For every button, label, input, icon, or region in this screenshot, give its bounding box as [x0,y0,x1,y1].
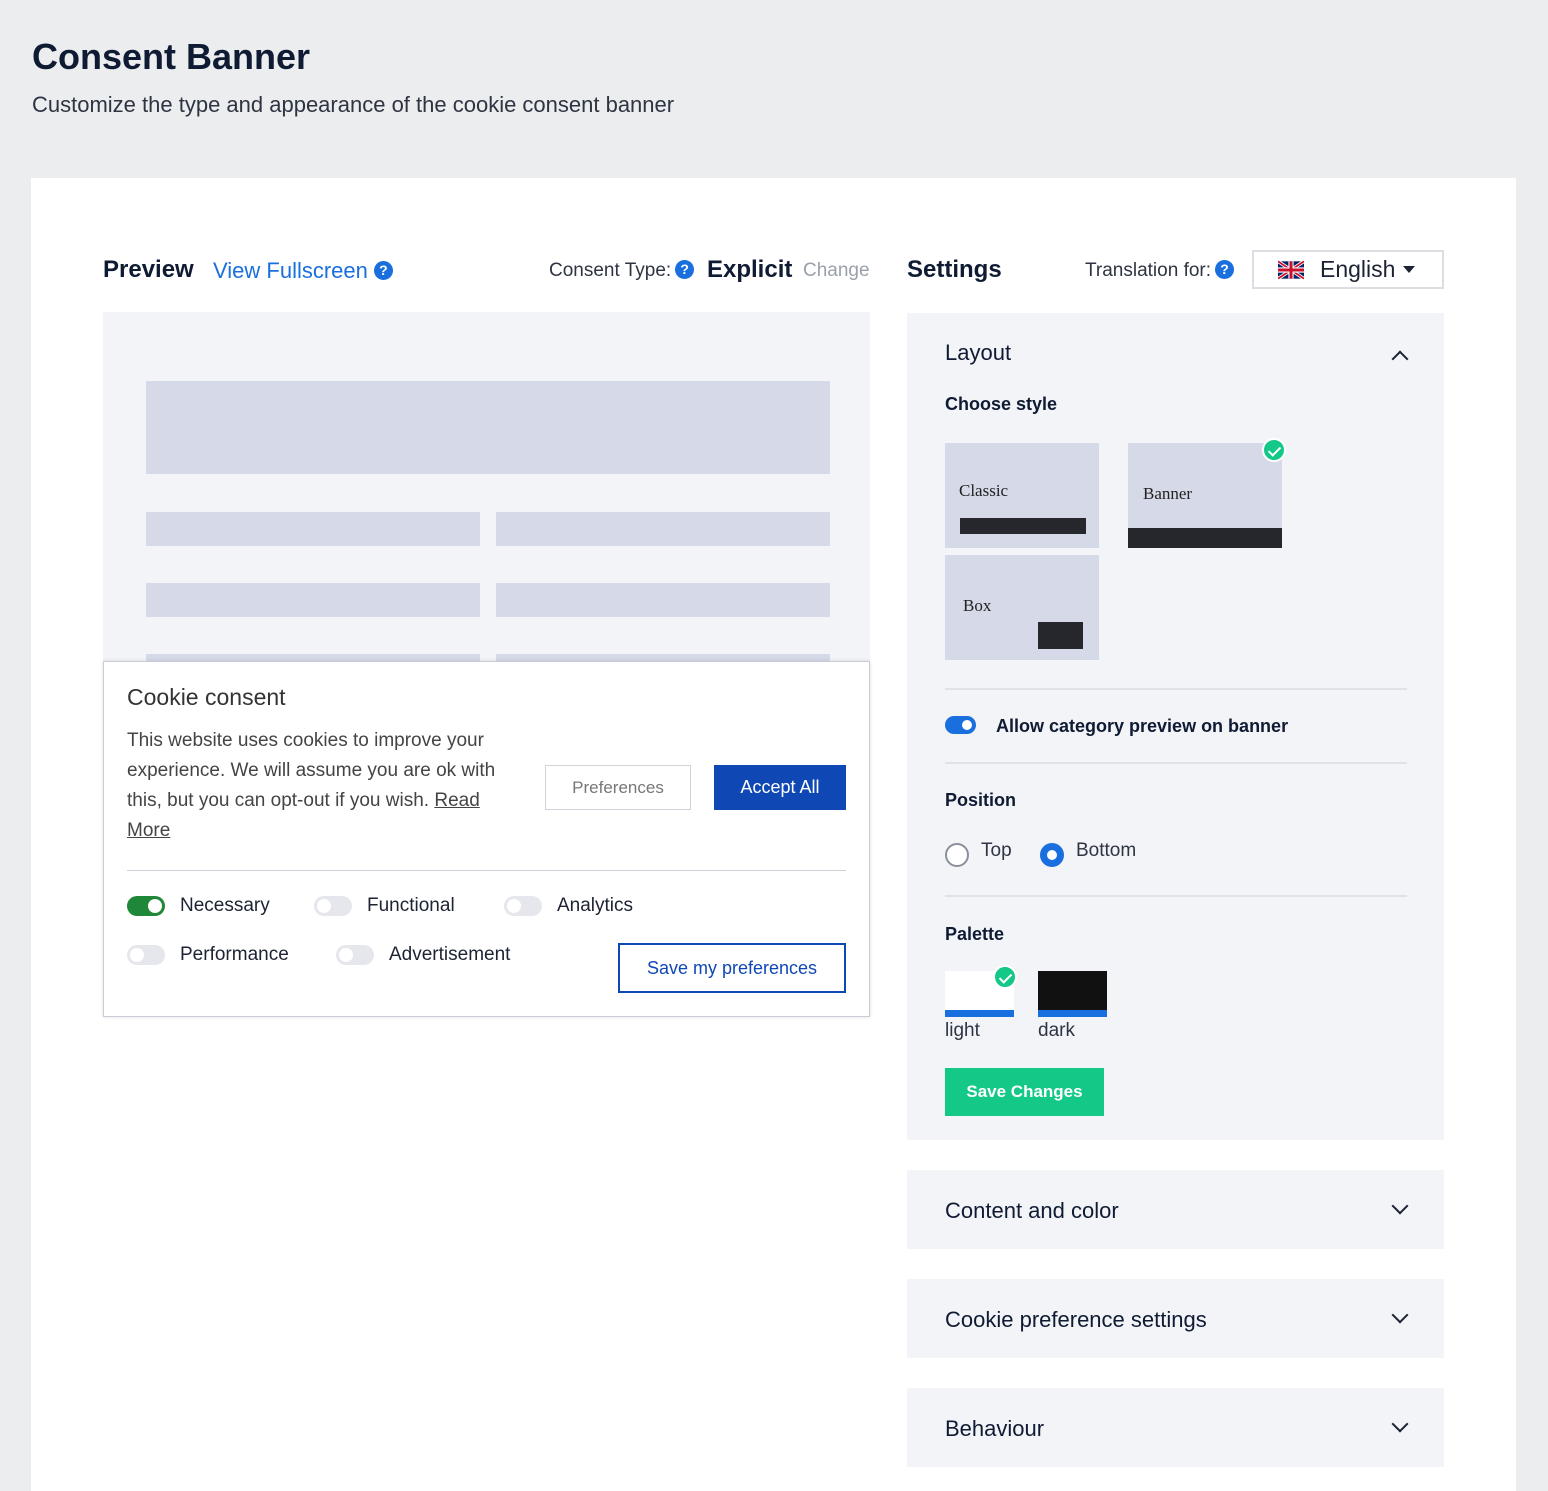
banner-divider [127,870,846,871]
preferences-button[interactable]: Preferences [545,765,691,810]
selected-check-icon [1262,438,1286,462]
style-label: Classic [959,481,1009,500]
performance-toggle[interactable] [127,945,165,965]
style-option-box[interactable]: Box [945,555,1099,660]
consent-type-value: Explicit [707,256,793,283]
category-performance[interactable]: Performance [127,944,289,966]
save-my-preferences-button[interactable]: Save my preferences [618,943,846,993]
position-bottom-label[interactable]: Bottom [1076,840,1136,862]
translation-label: Translation for:? [1085,259,1235,282]
style-preview-bar [960,518,1086,534]
category-analytics[interactable]: Analytics [504,895,633,917]
page-title: Consent Banner [32,36,311,77]
save-changes-button[interactable]: Save Changes [945,1068,1104,1116]
translation-label-text: Translation for: [1085,260,1212,281]
banner-text: This website uses cookies to improve you… [127,726,522,846]
skeleton-block [496,512,830,546]
language-select[interactable]: English [1252,250,1444,289]
cookie-banner-preview: Cookie consent This website uses cookies… [103,661,870,1017]
language-value: English [1320,256,1396,282]
palette-dark-label: dark [1038,1020,1075,1041]
style-preview-bar [1038,622,1083,649]
translation-help-icon[interactable]: ? [1215,259,1235,279]
divider [945,762,1407,764]
allow-category-preview-label: Allow category preview on banner [996,716,1289,736]
palette-dark-swatch[interactable] [1038,971,1107,1017]
view-fullscreen-label: View Fullscreen [213,258,368,283]
style-label: Banner [1143,484,1193,503]
layout-panel: Layout Choose style Classic Banner Box A… [907,313,1444,1140]
content-and-color-panel[interactable]: Content and color [907,1170,1444,1249]
functional-toggle[interactable] [314,896,352,916]
view-fullscreen-link[interactable]: View Fullscreen? [213,258,393,284]
preview-title: Preview [103,256,194,283]
choose-style-label: Choose style [945,394,1058,414]
necessary-toggle[interactable] [127,896,165,916]
panel-title[interactable]: Content and color [945,1198,1119,1224]
category-functional[interactable]: Functional [314,895,455,917]
advertisement-toggle[interactable] [336,945,374,965]
position-top-label[interactable]: Top [981,840,1012,862]
style-label: Box [963,596,992,615]
style-option-classic[interactable]: Classic [945,443,1099,548]
skeleton-block [146,583,480,617]
banner-title: Cookie consent [127,684,286,710]
skeleton-block [496,583,830,617]
consent-type-label-text: Consent Type: [549,260,672,281]
palette-light-label: light [945,1020,980,1041]
consent-type-help-icon[interactable]: ? [675,259,695,279]
category-label: Necessary [180,895,270,916]
chevron-up-icon[interactable] [1391,350,1409,368]
category-advertisement[interactable]: Advertisement [336,944,510,966]
help-icon[interactable]: ? [373,260,393,280]
selected-check-icon [993,965,1017,989]
style-option-banner[interactable]: Banner [1128,443,1282,548]
caret-down-icon [1403,266,1416,273]
palette-label: Palette [945,924,1005,944]
preview-header: Preview View Fullscreen? Consent Type:? … [103,256,870,286]
category-label: Analytics [557,895,634,916]
category-necessary[interactable]: Necessary [127,895,270,917]
position-top-radio[interactable] [945,843,969,867]
panel-title[interactable]: Behaviour [945,1416,1044,1442]
skeleton-block [146,381,830,474]
behaviour-panel[interactable]: Behaviour [907,1388,1444,1467]
divider [945,688,1407,690]
position-bottom-radio[interactable] [1040,843,1064,867]
accept-all-button[interactable]: Accept All [714,765,846,810]
consent-type-label: Consent Type:? [549,259,695,282]
layout-panel-title[interactable]: Layout [945,340,1011,366]
chevron-down-icon[interactable] [1391,1415,1409,1433]
divider [945,895,1407,897]
position-label: Position [945,790,1016,810]
allow-category-preview-toggle[interactable] [945,716,976,734]
change-consent-type-link[interactable]: Change [803,260,870,282]
settings-title: Settings [907,256,1002,283]
panel-title[interactable]: Cookie preference settings [945,1307,1207,1333]
page-subtitle: Customize the type and appearance of the… [32,92,675,117]
chevron-down-icon[interactable] [1391,1306,1409,1324]
main-card: Preview View Fullscreen? Consent Type:? … [31,178,1516,1491]
chevron-down-icon[interactable] [1391,1197,1409,1215]
cookie-preference-settings-panel[interactable]: Cookie preference settings [907,1279,1444,1358]
uk-flag-icon [1278,259,1304,280]
skeleton-block [146,512,480,546]
category-label: Advertisement [389,944,511,965]
category-label: Functional [367,895,455,916]
analytics-toggle[interactable] [504,896,542,916]
style-preview-bar [1128,528,1282,548]
category-label: Performance [180,944,289,965]
